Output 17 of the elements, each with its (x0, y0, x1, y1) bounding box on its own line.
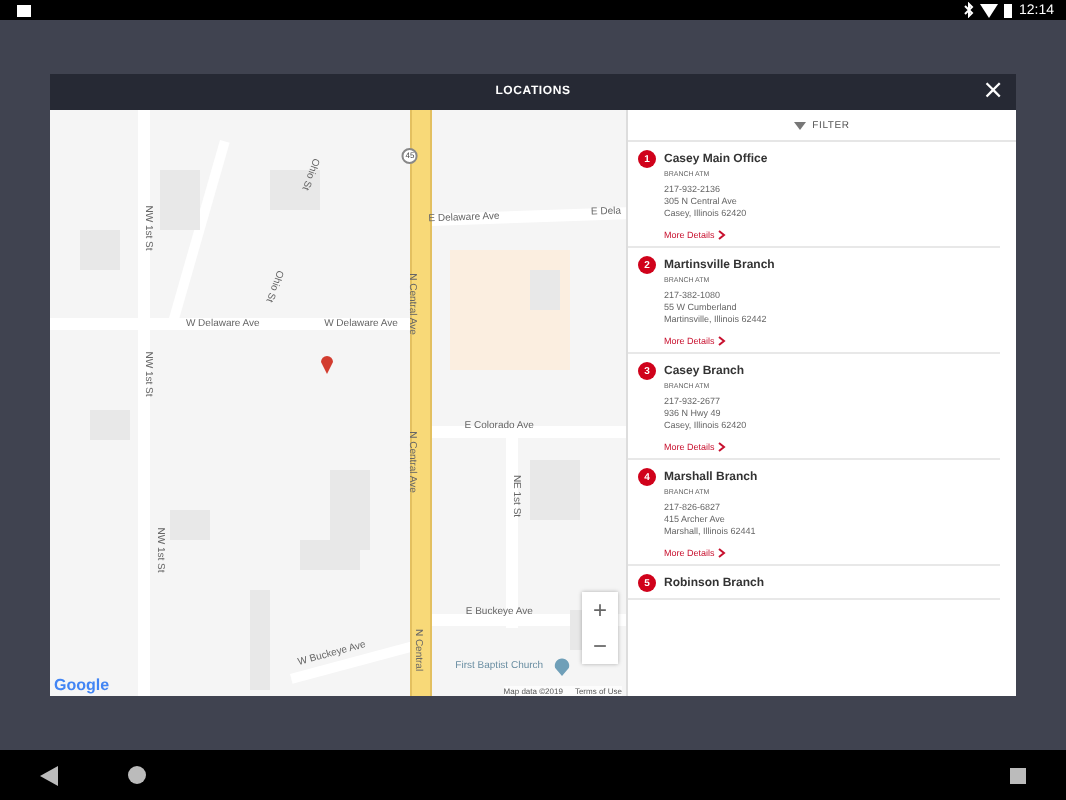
chevron-icon (718, 442, 727, 452)
map-pin-icon[interactable] (320, 352, 334, 374)
zoom-out-button[interactable]: − (582, 628, 618, 664)
map-logo: Google (54, 676, 110, 694)
zoom-in-button[interactable]: + (582, 592, 618, 628)
chevron-icon (718, 230, 727, 240)
home-icon[interactable] (128, 766, 146, 784)
battery-icon (1004, 2, 1013, 18)
back-icon[interactable] (40, 765, 58, 785)
chevron-icon (718, 336, 727, 346)
place-marker-icon[interactable] (554, 658, 570, 676)
image-icon (16, 3, 32, 17)
bluetooth-icon (964, 2, 975, 18)
close-button[interactable]: × (978, 76, 1008, 106)
caret-icon (794, 121, 807, 129)
chevron-icon (718, 548, 727, 558)
recents-icon[interactable] (1010, 767, 1026, 783)
